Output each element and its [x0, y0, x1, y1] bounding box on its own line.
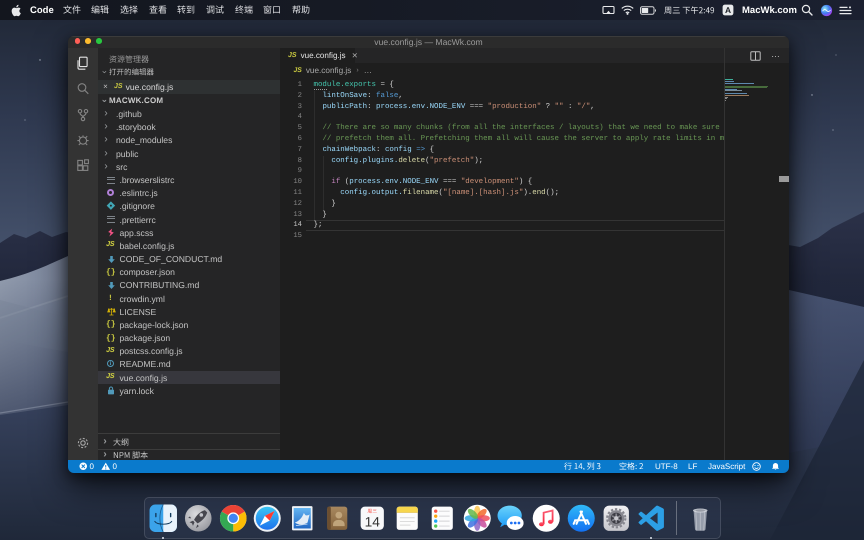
svg-text:14: 14: [365, 514, 380, 530]
svg-text:A: A: [725, 5, 731, 15]
